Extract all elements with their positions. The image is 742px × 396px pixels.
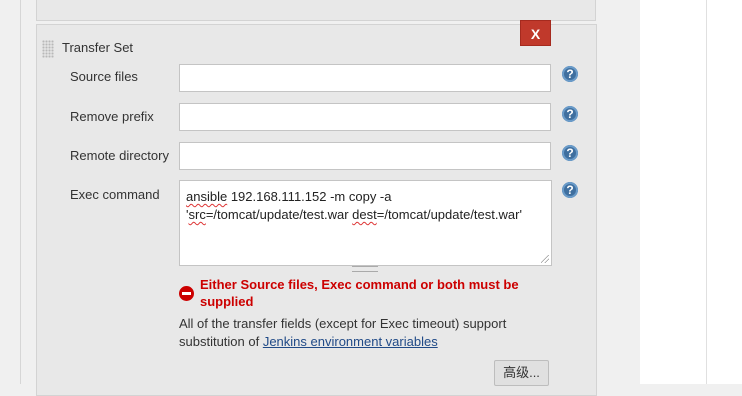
advanced-button[interactable]: 高级... <box>494 360 549 386</box>
info-line: substitution of Jenkins environment vari… <box>179 333 539 351</box>
delete-button[interactable]: X <box>520 20 551 46</box>
page-left-gutter <box>0 0 21 384</box>
source-files-label: Source files <box>70 69 138 84</box>
exec-command-help-icon[interactable]: ? <box>562 182 578 198</box>
info-line: All of the transfer fields (except for E… <box>179 316 507 331</box>
info-line-text: substitution of <box>179 334 263 349</box>
exec-command-text: =/tomcat/update/test.war <box>205 207 353 222</box>
resize-grip-icon[interactable] <box>541 255 549 263</box>
source-files-input[interactable] <box>179 64 551 92</box>
previous-panel <box>36 0 596 21</box>
source-files-help-icon[interactable]: ? <box>562 66 578 82</box>
exec-command-text: =/tomcat/update/test.war' <box>376 207 522 222</box>
remove-prefix-help-icon[interactable]: ? <box>562 106 578 122</box>
error-icon <box>179 286 194 301</box>
remove-prefix-label: Remove prefix <box>70 109 154 124</box>
remote-directory-input[interactable] <box>179 142 551 170</box>
exec-command-text: ansible <box>186 189 228 204</box>
error-message-line: supplied <box>200 294 254 309</box>
jenkins-env-vars-link[interactable]: Jenkins environment variables <box>263 334 438 349</box>
exec-command-text: src <box>188 207 206 222</box>
remote-directory-label: Remote directory <box>70 148 169 163</box>
right-divider <box>706 0 707 384</box>
textarea-drag-handle[interactable] <box>352 266 378 272</box>
remote-directory-help-icon[interactable]: ? <box>562 145 578 161</box>
exec-command-label: Exec command <box>70 187 160 202</box>
drag-handle-icon[interactable] <box>42 40 54 58</box>
info-text: All of the transfer fields (except for E… <box>179 315 539 351</box>
error-message: Either Source files, Exec command or bot… <box>200 276 540 310</box>
panel-title: Transfer Set <box>62 40 134 55</box>
exec-command-textarea[interactable]: ansible 192.168.111.152 -m copy -a 'src=… <box>179 180 552 266</box>
page-right-area <box>640 0 742 384</box>
remove-prefix-input[interactable] <box>179 103 551 131</box>
exec-command-text: 192.168.111.152 -m copy -a <box>227 189 392 204</box>
error-message-line: Either Source files, Exec command or bot… <box>200 277 519 292</box>
exec-command-text: dest <box>352 207 377 222</box>
